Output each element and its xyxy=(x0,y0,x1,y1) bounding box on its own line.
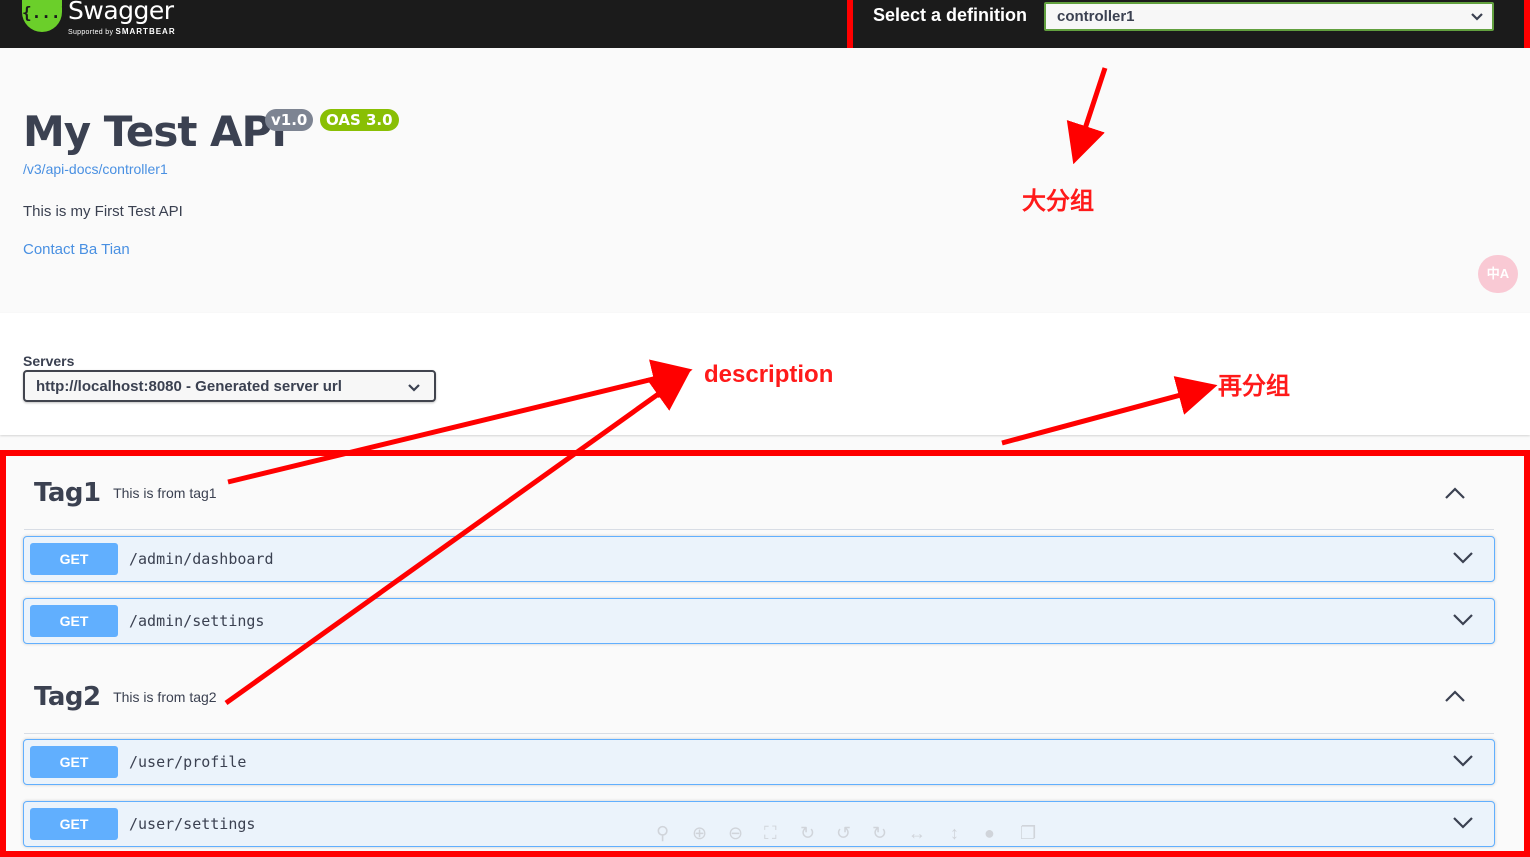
operation-get-admin-settings[interactable]: GET /admin/settings xyxy=(23,598,1495,644)
logo-sub-brand: SMARTBEAR xyxy=(115,27,176,36)
rotate-right-icon[interactable]: ↻ xyxy=(872,823,887,844)
tag-name: Tag2 xyxy=(34,682,101,712)
logo-sub-prefix: Supported by xyxy=(68,29,114,36)
zoom-fit-icon[interactable]: ⚲ xyxy=(656,823,669,844)
swagger-logo-icon: {...} xyxy=(22,0,70,32)
zoom-in-icon[interactable]: ⊕ xyxy=(692,823,707,844)
tag-divider xyxy=(24,733,1494,734)
annotation-description: description xyxy=(704,361,834,388)
chevron-up-icon[interactable] xyxy=(1444,689,1466,703)
tag-name: Tag1 xyxy=(34,478,101,508)
fullscreen-icon[interactable]: ⛶ xyxy=(764,823,777,844)
swagger-logo-title: Swagger xyxy=(68,0,174,25)
server-select[interactable]: http://localhost:8080 - Generated server… xyxy=(23,370,436,402)
tag-header-tag1[interactable]: Tag1 This is from tag1 xyxy=(34,478,217,508)
droplet-icon[interactable]: ● xyxy=(984,823,995,844)
flip-vertical-icon[interactable]: ↕ xyxy=(950,823,959,844)
api-description: This is my First Test API xyxy=(23,203,183,220)
chevron-down-icon[interactable] xyxy=(1452,613,1474,627)
version-badge: v1.0 xyxy=(265,109,314,131)
operation-path: /admin/settings xyxy=(129,612,265,630)
swagger-logo-subtitle: Supported by SMARTBEAR xyxy=(68,27,176,36)
tags-highlight-box xyxy=(0,450,1530,857)
copy-icon[interactable]: ❐ xyxy=(1020,823,1036,844)
operation-get-admin-dashboard[interactable]: GET /admin/dashboard xyxy=(23,536,1495,582)
method-badge: GET xyxy=(30,543,118,575)
method-badge: GET xyxy=(30,605,118,637)
spec-url-link[interactable]: /v3/api-docs/controller1 xyxy=(23,161,168,177)
chevron-down-icon xyxy=(408,384,420,392)
flip-horizontal-icon[interactable]: ↔ xyxy=(908,823,926,844)
image-viewer-toolbar: ⚲ ⊕ ⊖ ⛶ ↻ ↺ ↻ ↔ ↕ ● ❐ xyxy=(656,823,1046,851)
annotation-sub-group: 再分组 xyxy=(1218,373,1290,400)
rotate-left-icon[interactable]: ↺ xyxy=(836,823,851,844)
chevron-down-icon[interactable] xyxy=(1452,754,1474,768)
oas-badge: OAS 3.0 xyxy=(320,109,399,131)
zoom-out-icon[interactable]: ⊖ xyxy=(728,823,743,844)
tag-divider xyxy=(24,529,1494,530)
operation-path: /user/profile xyxy=(129,753,247,771)
chevron-down-icon[interactable] xyxy=(1452,551,1474,565)
tag-description: This is from tag2 xyxy=(113,689,217,705)
api-info-section xyxy=(0,48,1530,313)
server-select-value: http://localhost:8080 - Generated server… xyxy=(36,378,342,395)
tag-description: This is from tag1 xyxy=(113,485,217,501)
contact-link[interactable]: Contact Ba Tian xyxy=(23,241,130,258)
servers-label: Servers xyxy=(23,353,75,369)
translate-icon[interactable]: 中A xyxy=(1478,255,1518,293)
refresh-icon[interactable]: ↻ xyxy=(800,823,815,844)
annotation-definition-group: 大分组 xyxy=(1022,188,1094,215)
method-badge: GET xyxy=(30,746,118,778)
operation-get-user-profile[interactable]: GET /user/profile xyxy=(23,739,1495,785)
chevron-up-icon[interactable] xyxy=(1444,486,1466,500)
chevron-down-icon[interactable] xyxy=(1452,816,1474,830)
api-title: My Test API xyxy=(23,107,287,156)
operation-path: /admin/dashboard xyxy=(129,550,274,568)
method-badge: GET xyxy=(30,808,118,840)
tag-header-tag2[interactable]: Tag2 This is from tag2 xyxy=(34,682,217,712)
operation-path: /user/settings xyxy=(129,815,256,833)
